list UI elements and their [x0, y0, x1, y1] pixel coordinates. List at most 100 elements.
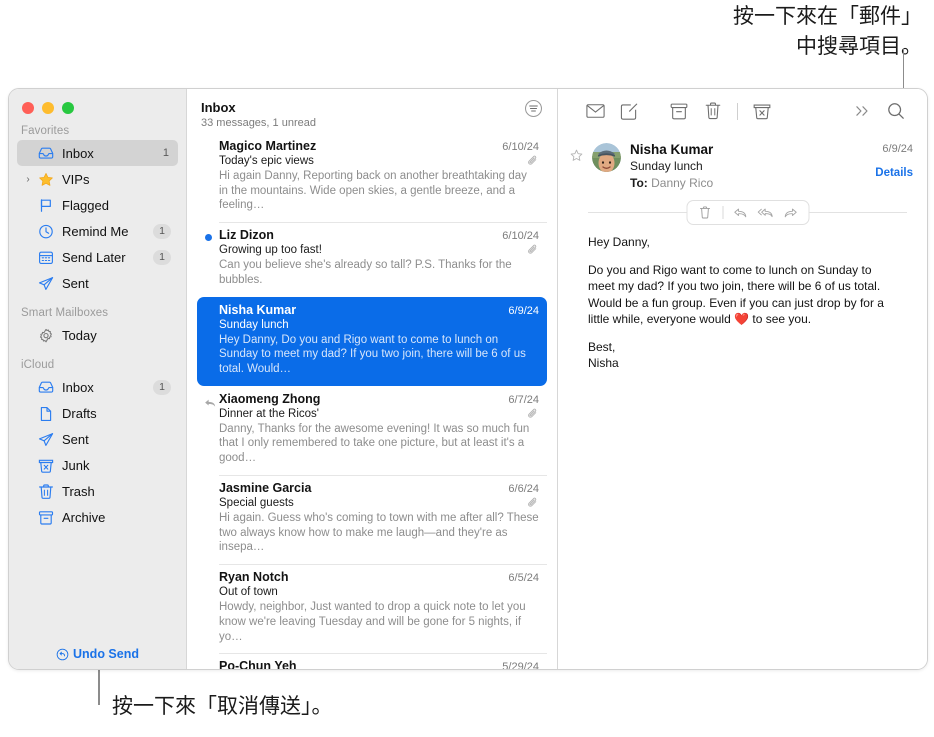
more-chevrons-button[interactable]: [845, 98, 879, 124]
mark-unread-icon: [585, 104, 605, 118]
delete-button[interactable]: [696, 98, 730, 124]
sidebar-item-label: Send Later: [62, 249, 126, 265]
archive-button[interactable]: [662, 98, 696, 124]
attachment-icon: [527, 497, 539, 510]
message-date: 6/9/24: [508, 304, 539, 317]
minimize-button[interactable]: [42, 102, 54, 114]
compose-icon: [620, 103, 638, 120]
inbox-icon: [36, 145, 56, 161]
calendar-icon: [36, 249, 56, 265]
message-list-item[interactable]: Xiaomeng Zhong 6/7/24 Dinner at the Ricos'…: [197, 386, 547, 475]
message-sender: Magico Martinez: [219, 139, 317, 153]
screenshot-root: 按一下來在「郵件」 中搜尋項目。 按一下來「取消傳送」。 Favorites In…: [0, 0, 934, 737]
archive-icon: [670, 103, 688, 119]
message-row-top: Jasmine Garcia 6/6/24: [219, 481, 539, 495]
sidebar-item-today[interactable]: Today: [17, 322, 178, 348]
message-date: 6/7/24: [508, 393, 539, 406]
mail-window: Favorites Inbox 1 › VIPs Flagged Remind Me 1 Sen…: [8, 88, 928, 670]
delete-icon: [699, 206, 711, 219]
sidebar-item-archive[interactable]: Archive: [17, 504, 178, 530]
star-icon: [570, 149, 583, 161]
message-list-item[interactable]: Liz Dizon 6/10/24 Growing up too fast! Can …: [197, 222, 547, 296]
close-button[interactable]: [22, 102, 34, 114]
sidebar-item-label: Sent: [62, 275, 89, 291]
sidebar-item-inbox[interactable]: Inbox 1: [17, 374, 178, 400]
message-list-item[interactable]: Ryan Notch 6/5/24 Out of town Howdy, neighb…: [197, 564, 547, 653]
junk-button[interactable]: [745, 98, 779, 124]
sidebar-item-label: Flagged: [62, 197, 109, 213]
message-subject: Sunday lunch: [219, 318, 289, 331]
sidebar: Favorites Inbox 1 › VIPs Flagged Remind Me 1 Sen…: [9, 89, 187, 669]
delete-icon: [705, 102, 721, 120]
message-sender: Xiaomeng Zhong: [219, 391, 321, 406]
message-date: 6/10/24: [502, 230, 539, 243]
message-subject-wrap: Dinner at the Ricos': [219, 408, 539, 420]
filter-icon[interactable]: [524, 99, 543, 118]
sidebar-item-trash[interactable]: Trash: [17, 478, 178, 504]
zoom-button[interactable]: [62, 102, 74, 114]
message-row-top: Magico Martinez 6/10/24: [219, 139, 539, 153]
inbox-icon: [36, 379, 56, 395]
message-date: 6/5/24: [508, 572, 539, 585]
reply-icon: [733, 208, 746, 217]
sidebar-item-remind-me[interactable]: Remind Me 1: [17, 218, 178, 244]
message-sender: Nisha Kumar: [630, 142, 714, 157]
unread-indicator: [204, 232, 216, 244]
sidebar-item-junk[interactable]: Junk: [17, 452, 178, 478]
mark-unread-button[interactable]: [578, 98, 612, 124]
gear-icon: [36, 327, 56, 343]
pill-reply-button[interactable]: [729, 204, 751, 222]
message-header: Nisha Kumar Sunday lunch To: Danny Rico …: [558, 133, 927, 190]
message-sender: Ryan Notch: [219, 570, 289, 585]
message-subject-wrap: Today's epic views: [219, 155, 539, 167]
message-subject-wrap: Special guests: [219, 497, 539, 509]
message-preview: Howdy, neighbor, Just wanted to drop a q…: [219, 601, 526, 643]
sidebar-item-label: Today: [62, 327, 97, 343]
sidebar-item-sent[interactable]: Sent: [17, 270, 178, 296]
sidebar-item-label: Sent: [62, 431, 89, 447]
pill-reply-all-button[interactable]: [754, 204, 776, 222]
flag-message-button[interactable]: [570, 137, 590, 190]
sidebar-item-vips[interactable]: › VIPs: [17, 166, 178, 192]
sidebar-item-label: Remind Me: [62, 223, 129, 239]
sidebar-item-flagged[interactable]: Flagged: [17, 192, 178, 218]
message-list-item[interactable]: Jasmine Garcia 6/6/24 Special guests Hi aga…: [197, 474, 547, 564]
sidebar-item-sent[interactable]: Sent: [17, 426, 178, 452]
pill-forward-button[interactable]: [779, 204, 801, 222]
message-list-item[interactable]: Magico Martinez 6/10/24 Today's epic views…: [197, 133, 547, 222]
junk-icon: [36, 457, 56, 473]
message-subject-wrap: Out of town: [219, 586, 539, 598]
message-row-top: Ryan Notch 6/5/24: [219, 570, 539, 584]
message-subject: Growing up too fast!: [219, 244, 322, 257]
sidebar-item-count: 1: [153, 249, 171, 265]
undo-send-label: Undo Send: [73, 647, 139, 661]
sidebar-item-send-later[interactable]: Send Later 1: [17, 244, 178, 270]
details-link[interactable]: Details: [875, 167, 913, 179]
mailbox-title: Inbox: [201, 100, 236, 115]
message-to-value: Danny Rico: [651, 176, 714, 190]
body-paragraph-part2: to see you.: [749, 312, 812, 327]
message-subject-wrap: Sunday lunch: [219, 319, 539, 331]
sidebar-item-inbox[interactable]: Inbox 1: [17, 140, 178, 166]
message-row-top: Po-Chun Yeh 5/29/24: [219, 659, 539, 669]
attachment-icon: [527, 408, 539, 421]
replied-icon: [204, 396, 216, 408]
pill-delete-button[interactable]: [694, 204, 716, 222]
junk-icon: [753, 104, 771, 119]
message-action-pill: [686, 200, 809, 225]
search-button[interactable]: [879, 98, 913, 124]
message-subject: Out of town: [219, 586, 278, 599]
message-preview: Hi again. Guess who's coming to town wit…: [219, 511, 539, 554]
window-traffic-lights: [9, 89, 186, 114]
message-list-item[interactable]: Nisha Kumar 6/9/24 Sunday lunch Hey Danny, …: [197, 296, 547, 386]
undo-send-button[interactable]: Undo Send: [9, 647, 186, 661]
pill-separator: [722, 206, 723, 219]
compose-button[interactable]: [612, 98, 646, 124]
paper-plane-icon: [36, 275, 56, 291]
sidebar-item-count: 1: [153, 379, 171, 395]
disclosure-triangle-icon[interactable]: ›: [21, 174, 35, 185]
message-list-item[interactable]: Po-Chun Yeh5/29/24Lunch call?Think you'l…: [197, 653, 547, 669]
attachment-icon: [527, 244, 539, 257]
document-icon: [36, 405, 56, 421]
sidebar-item-drafts[interactable]: Drafts: [17, 400, 178, 426]
